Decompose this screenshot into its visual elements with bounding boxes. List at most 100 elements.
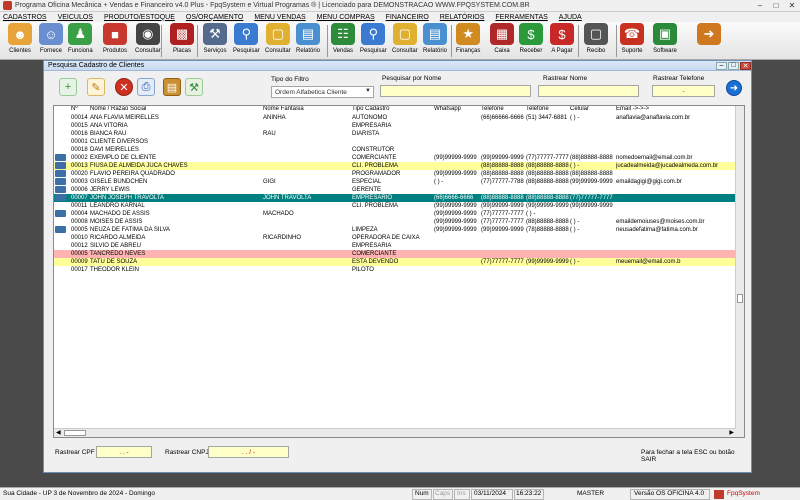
toolbar-button-16[interactable]: $ Receber xyxy=(519,23,543,59)
table-row[interactable]: 00003 GISELE BUNDCHEN GIGI ESPECIAL ( ) - (77… xyxy=(54,178,736,186)
toolbar-button-19[interactable]: ☎ Suporte xyxy=(620,23,644,59)
table-row[interactable]: 00020 FLAVIO PEREIRA QUADRADO PROGRAMADOR (… xyxy=(54,170,736,178)
toolbar-button-9[interactable]: ▤ Relatório xyxy=(296,23,320,59)
scroll-right-icon[interactable]: ▶ xyxy=(729,429,734,436)
table-cell: EMPRESARIA xyxy=(352,243,392,249)
table-row[interactable]: 00017 THEODOR KLEIN PILOTO xyxy=(54,266,736,274)
toolbar-button-10[interactable]: ☷ Vendas xyxy=(331,23,355,59)
toolbar-button-18[interactable]: ▢ Recibo xyxy=(584,23,608,59)
table-row[interactable]: 00005 NEUZA DE FATIMA DA SILVA LIMPEZA (99)… xyxy=(54,226,736,234)
track-cpf-input[interactable]: . . - xyxy=(96,446,152,458)
toolbar-button-13[interactable]: ▤ Relatório xyxy=(423,23,447,59)
toolbar-button-12[interactable]: ▢ Consultar xyxy=(392,23,418,59)
table-row[interactable]: 00008 MOISES DE ASSIS (99)99999-9999 (77)77… xyxy=(54,218,736,226)
close-icon[interactable]: ✕ xyxy=(784,0,800,11)
table-row[interactable]: 00014 ANA FLAVIA MEIRELLES ANINHA AUTONOMO (… xyxy=(54,114,736,122)
col-header-mobile[interactable]: Celular xyxy=(570,106,589,112)
toolbar-button-0[interactable]: ☻ Clientes xyxy=(8,23,32,59)
toolbar-button-8[interactable]: ▢ Consultar xyxy=(265,23,291,59)
table-row[interactable]: 00002 EXEMPLO DE CLIENTE COMERCIANTE (99)99… xyxy=(54,154,736,162)
dialog-maximize-icon[interactable]: □ xyxy=(728,61,739,70)
table-row[interactable]: 00013 FIUSA DE ALMEIDA JUCA CHAVES CLI. PR… xyxy=(54,162,736,170)
dialog-minimize-icon[interactable]: – xyxy=(716,61,727,70)
col-header-fantasy[interactable]: Nome Fantasia xyxy=(263,106,304,112)
card-icon[interactable]: ▤ xyxy=(163,78,181,96)
toolbar-button-1[interactable]: ☺ Fornece xyxy=(39,23,63,59)
toolbar-button-4[interactable]: ◉ Consultar xyxy=(135,23,161,59)
menu-compras[interactable]: MENU COMPRAS xyxy=(317,14,375,21)
toolbar-button-20[interactable]: ▣ Software xyxy=(653,23,677,59)
table-cell: 00017 xyxy=(71,267,88,273)
col-header-whatsapp[interactable]: Whatsapp xyxy=(434,106,461,112)
table-row[interactable]: 00006 JERRY LEWIS GERENTE xyxy=(54,186,736,194)
toolbar-button-14[interactable]: ★ Finanças xyxy=(456,23,480,59)
col-header-email[interactable]: Email ->->-> xyxy=(616,106,649,112)
track-phone-label: Rastrear Telefone xyxy=(653,75,705,82)
toolbar-label: Finanças xyxy=(456,48,481,54)
toolbar-button-11[interactable]: ⚲ Pesquisar xyxy=(360,23,387,59)
col-header-number[interactable]: Nº xyxy=(71,106,78,112)
menu-cadastros[interactable]: CADASTROS xyxy=(3,14,47,21)
toolbar-separator xyxy=(197,25,198,57)
go-arrow-icon[interactable]: ➜ xyxy=(726,80,742,96)
col-header-name[interactable]: Nome / Razão Social xyxy=(90,106,146,112)
track-name-input[interactable] xyxy=(538,85,639,97)
menu-veiculos[interactable]: VEICULOS xyxy=(58,14,93,21)
add-icon[interactable]: + xyxy=(59,78,77,96)
table-cell: ( ) - xyxy=(434,179,444,185)
hscroll-thumb[interactable] xyxy=(64,430,86,436)
col-header-phone1[interactable]: Telefone xyxy=(481,106,504,112)
toolbar-button-21[interactable]: ➜ xyxy=(697,23,721,59)
toolbar-button-7[interactable]: ⚲ Pesquisar xyxy=(233,23,260,59)
table-cell: ESPECIAL xyxy=(352,179,382,185)
dialog-close-icon[interactable]: ✕ xyxy=(740,61,751,70)
table-row[interactable]: 00012 SILVIO DE ABREU EMPRESARIA xyxy=(54,242,736,250)
scroll-left-icon[interactable]: ◀ xyxy=(56,429,61,436)
table-row[interactable]: 00018 DAVI MEIRELLES CONSTRUTOR xyxy=(54,146,736,154)
menu-vendas[interactable]: MENU VENDAS xyxy=(254,14,305,21)
print-icon[interactable]: ⎙ xyxy=(137,78,155,96)
horizontal-scrollbar[interactable]: ◀ ▶ xyxy=(54,428,736,437)
table-row[interactable]: 00010 RICARDO ALMEIDA RICARDINHO OPERADORA … xyxy=(54,234,736,242)
vertical-scrollbar[interactable] xyxy=(735,106,744,437)
scroll-thumb[interactable] xyxy=(737,294,743,303)
menu-financeiro[interactable]: FINANCEIRO xyxy=(386,14,429,21)
status-date: 03/11/2024 xyxy=(474,490,507,497)
menu-relatorios[interactable]: RELATÓRIOS xyxy=(440,14,485,21)
table-cell: ANA VITORIA xyxy=(90,123,128,129)
search-name-input[interactable] xyxy=(380,85,531,97)
table-row[interactable]: 00009 TATU DE SOUZA ESTA DEVENDO (77)77777-… xyxy=(54,258,736,266)
toolbar-button-2[interactable]: ♟ Funciona xyxy=(68,23,93,59)
toolbar-button-6[interactable]: ⚒ Serviços xyxy=(203,23,227,59)
report-icon: ▤ xyxy=(296,23,320,45)
menu-ferramentas[interactable]: FERRAMENTAS xyxy=(495,14,547,21)
whatsapp-marker-icon xyxy=(55,210,66,217)
menu-produto-estoque[interactable]: PRODUTO/ESTOQUE xyxy=(104,14,175,21)
track-phone-input[interactable]: - xyxy=(652,85,715,97)
toolbar-button-3[interactable]: ■ Produtos xyxy=(103,23,127,59)
track-cnpj-input[interactable]: . . / - xyxy=(208,446,289,458)
table-row[interactable]: 00016 BIANCA RAU RAU DIARISTA xyxy=(54,130,736,138)
maximize-icon[interactable]: □ xyxy=(768,0,784,11)
menu-ajuda[interactable]: AJUDA xyxy=(559,14,582,21)
filter-type-select[interactable]: Ordem Alfabetica Cliente ▼ xyxy=(271,86,374,98)
table-row[interactable]: 00005 TANCREDO NEVES COMERCIANTE xyxy=(54,250,736,258)
minimize-icon[interactable]: – xyxy=(752,0,768,11)
toolbar-label: Recibo xyxy=(586,48,606,54)
edit-icon[interactable]: ✎ xyxy=(87,78,105,96)
table-cell: 00008 xyxy=(71,219,88,225)
tools-icon[interactable]: ⚒ xyxy=(185,78,203,96)
col-header-phone2[interactable]: Telefone xyxy=(526,106,549,112)
table-row[interactable]: 00011 LEANDRO KARNAL CLI. PROBLEMA (99)9999… xyxy=(54,202,736,210)
menu-os-orcamento[interactable]: OS/ORÇAMENTO xyxy=(186,14,243,21)
table-row[interactable]: 00004 MACHADO DE ASSIS MACHADO (99)99999-99… xyxy=(54,210,736,218)
table-row[interactable]: 00015 ANA VITORIA EMPRESARIA xyxy=(54,122,736,130)
delete-icon[interactable]: ✕ xyxy=(115,78,133,96)
table-row[interactable]: 00007 JOHN JOSEPH TRAVOLTA JOHN TRAVOLTA EM… xyxy=(54,194,736,202)
toolbar-button-15[interactable]: ▦ Caixa xyxy=(490,23,514,59)
table-row[interactable]: 00001 CLIENTE DIVERSOS xyxy=(54,138,736,146)
toolbar-button-17[interactable]: $ A Pagar xyxy=(550,23,574,59)
col-header-type[interactable]: Tipo Cadastro xyxy=(352,106,389,112)
toolbar-button-5[interactable]: ▩ Placas xyxy=(170,23,194,59)
table-cell: (51) 3447-6881 xyxy=(526,115,568,121)
